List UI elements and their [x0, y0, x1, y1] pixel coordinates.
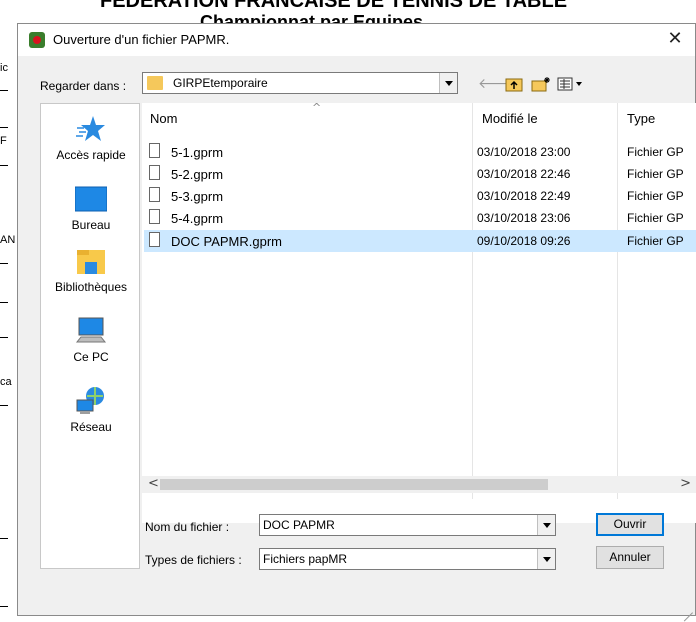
computer-icon-graphic — [75, 317, 107, 343]
back-icon[interactable]: 🡐 — [478, 76, 516, 92]
lookin-value: GIRPEtemporaire — [173, 76, 268, 90]
file-name: DOC PAPMR.gprm — [171, 234, 282, 249]
file-type: Fichier GP — [627, 189, 684, 203]
view-menu-icon[interactable] — [556, 76, 586, 92]
place-network[interactable]: Réseau — [41, 386, 141, 434]
new-folder-icon-graphic — [531, 77, 550, 92]
file-icon — [149, 209, 160, 224]
desktop-icon-graphic — [74, 186, 108, 212]
column-header-modified[interactable]: Modifié le — [482, 111, 538, 126]
network-icon-graphic — [76, 387, 104, 414]
place-desktop[interactable]: Bureau — [41, 184, 141, 232]
place-label: Accès rapide — [56, 148, 126, 162]
open-button[interactable]: Ouvrir — [596, 513, 664, 536]
folder-icon — [147, 76, 163, 90]
places-bar: Accès rapide Bureau Bibliothèques Ce PC … — [40, 103, 140, 569]
background-divider — [0, 606, 8, 607]
computer-icon — [75, 316, 107, 346]
desktop-icon — [74, 184, 108, 214]
file-row[interactable]: 5-4.gprm 03/10/2018 23:06 Fichier GP — [144, 207, 696, 229]
place-label: Bureau — [71, 218, 111, 232]
file-row[interactable]: 5-1.gprm 03/10/2018 23:00 Fichier GP — [144, 141, 696, 163]
file-modified: 03/10/2018 22:49 — [477, 189, 571, 203]
file-row-selected[interactable]: DOC PAPMR.gprm 09/10/2018 09:26 Fichier … — [144, 230, 696, 252]
resize-grip-icon[interactable] — [681, 601, 693, 613]
background-divider — [0, 538, 8, 539]
cancel-button[interactable]: Annuler — [596, 546, 664, 569]
lookin-label: Regarder dans : — [40, 79, 127, 93]
open-file-dialog: Ouverture d'un fichier PAPMR. ✕ Regarder… — [17, 23, 696, 616]
place-label: Réseau — [70, 420, 112, 434]
background-text-fragment: ic — [0, 62, 8, 74]
file-name: 5-4.gprm — [171, 211, 224, 226]
file-modified: 03/10/2018 23:06 — [477, 211, 571, 225]
column-header-name[interactable]: Nom — [150, 111, 177, 126]
file-icon — [149, 143, 160, 158]
star-icon — [75, 114, 107, 144]
background-divider — [0, 90, 8, 91]
chevron-down-icon[interactable] — [537, 515, 555, 535]
filename-input[interactable]: DOC PAPMR — [259, 514, 556, 536]
new-folder-icon[interactable] — [530, 76, 552, 92]
place-quick-access[interactable]: Accès rapide — [41, 114, 141, 162]
up-folder-icon-graphic — [505, 78, 523, 92]
ladybug-app-icon — [29, 32, 45, 48]
lookin-dropdown[interactable]: GIRPEtemporaire — [142, 72, 458, 94]
file-type: Fichier GP — [627, 145, 684, 159]
sort-ascending-icon: ^ — [312, 101, 322, 114]
background-text-fragment: F — [0, 135, 7, 147]
place-this-pc[interactable]: Ce PC — [41, 316, 141, 364]
filetype-dropdown[interactable]: Fichiers papMR — [259, 548, 556, 570]
background-divider — [0, 165, 8, 166]
file-modified: 03/10/2018 22:46 — [477, 167, 571, 181]
filetype-label: Types de fichiers : — [145, 553, 242, 567]
file-modified: 03/10/2018 23:00 — [477, 145, 571, 159]
place-label: Bibliothèques — [54, 280, 128, 294]
file-modified: 09/10/2018 09:26 — [477, 234, 571, 248]
column-header-type[interactable]: Type — [627, 111, 655, 126]
chevron-down-icon[interactable] — [439, 73, 457, 93]
file-type: Fichier GP — [627, 167, 684, 181]
background-divider — [0, 302, 8, 303]
file-name: 5-3.gprm — [171, 189, 224, 204]
chevron-down-icon[interactable] — [537, 549, 555, 569]
file-icon — [149, 165, 160, 180]
file-type: Fichier GP — [627, 211, 684, 225]
libraries-icon-graphic — [77, 250, 105, 274]
file-name: 5-1.gprm — [171, 145, 224, 160]
file-name: 5-2.gprm — [171, 167, 224, 182]
network-icon — [75, 386, 107, 416]
file-row[interactable]: 5-3.gprm 03/10/2018 22:49 Fichier GP — [144, 185, 696, 207]
filename-label: Nom du fichier : — [145, 520, 230, 534]
background-text-fragment: ca — [0, 376, 12, 388]
scrollbar-thumb[interactable] — [160, 479, 548, 490]
place-label: Ce PC — [73, 350, 109, 364]
filetype-value: Fichiers papMR — [263, 552, 348, 566]
horizontal-scrollbar[interactable]: < > — [142, 476, 696, 493]
background-divider — [0, 337, 8, 338]
view-menu-icon-graphic — [557, 77, 582, 91]
close-button[interactable]: ✕ — [655, 24, 695, 56]
filename-value: DOC PAPMR — [263, 518, 335, 532]
file-icon — [149, 187, 160, 202]
file-type: Fichier GP — [627, 234, 684, 248]
file-list-header: Nom ^ Modifié le Type — [142, 101, 696, 129]
file-row[interactable]: 5-2.gprm 03/10/2018 22:46 Fichier GP — [144, 163, 696, 185]
file-icon — [149, 232, 160, 247]
star-icon-graphic — [76, 116, 105, 141]
background-divider — [0, 405, 8, 406]
background-text-fragment: AN — [0, 234, 16, 246]
background-divider — [0, 127, 8, 128]
dialog-titlebar[interactable]: Ouverture d'un fichier PAPMR. ✕ — [18, 24, 695, 56]
file-list[interactable]: Nom ^ Modifié le Type 5-1.gprm 03/10/201… — [142, 101, 696, 523]
scroll-right-icon[interactable]: > — [680, 476, 691, 491]
scroll-left-icon[interactable]: < — [148, 476, 159, 491]
background-divider — [0, 263, 8, 264]
up-folder-icon[interactable] — [504, 76, 524, 92]
libraries-icon — [75, 246, 107, 276]
place-libraries[interactable]: Bibliothèques — [41, 246, 141, 294]
dialog-title: Ouverture d'un fichier PAPMR. — [53, 32, 230, 47]
